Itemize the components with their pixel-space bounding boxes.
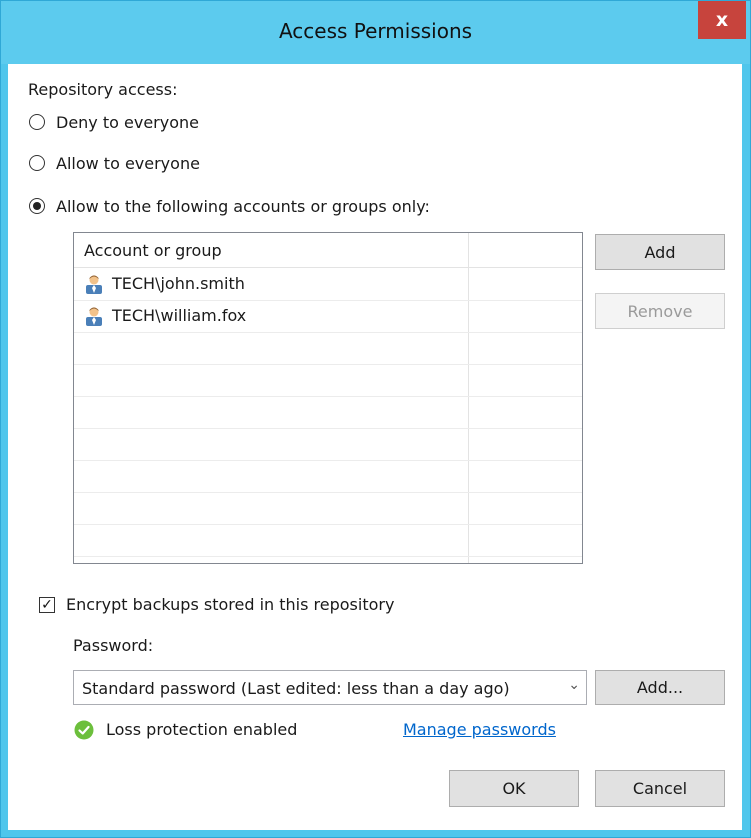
list-item[interactable]: TECH\john.smith: [74, 268, 468, 300]
add-password-button[interactable]: Add...: [595, 670, 725, 705]
encrypt-backups-checkbox[interactable]: ✓: [39, 597, 55, 613]
grid-line: [74, 364, 582, 365]
accounts-list[interactable]: Account or group TECH\john.smith TECH\wi…: [73, 232, 583, 564]
column-header-account-or-group[interactable]: Account or group: [84, 241, 222, 260]
add-account-button[interactable]: Add: [595, 234, 725, 270]
grid-line: [74, 460, 582, 461]
account-name: TECH\john.smith: [112, 274, 245, 293]
account-name: TECH\william.fox: [112, 306, 247, 325]
deny-to-everyone-label[interactable]: Deny to everyone: [56, 113, 199, 132]
user-icon: [86, 275, 102, 294]
cancel-button[interactable]: Cancel: [595, 770, 725, 807]
radio-allow-following-accounts[interactable]: [29, 198, 45, 214]
chevron-down-icon: ⌄: [568, 677, 580, 693]
close-icon: x: [715, 9, 729, 31]
title-bar[interactable]: Access Permissions x: [1, 1, 750, 64]
grid-line: [74, 492, 582, 493]
grid-line: [74, 332, 582, 333]
loss-protection-status: Loss protection enabled: [106, 720, 298, 739]
radio-allow-to-everyone[interactable]: [29, 155, 45, 171]
password-label: Password:: [73, 636, 154, 655]
dialog-body: Repository access: Deny to everyone Allo…: [8, 64, 742, 830]
radio-deny-to-everyone[interactable]: [29, 114, 45, 130]
radio-selected-dot: [33, 202, 41, 210]
accounts-list-header[interactable]: Account or group: [74, 233, 582, 268]
repository-access-label: Repository access:: [28, 80, 178, 99]
password-select-value: Standard password (Last edited: less tha…: [82, 679, 510, 698]
check-circle-icon: [74, 720, 94, 740]
dialog-title: Access Permissions: [278, 19, 473, 43]
password-select[interactable]: Standard password (Last edited: less tha…: [73, 670, 587, 705]
user-icon: [86, 307, 102, 326]
remove-account-button[interactable]: Remove: [595, 293, 725, 329]
grid-line: [74, 428, 582, 429]
grid-line: [74, 396, 582, 397]
column-separator: [468, 233, 469, 563]
list-item[interactable]: TECH\william.fox: [74, 300, 468, 332]
allow-to-everyone-label[interactable]: Allow to everyone: [56, 154, 200, 173]
close-button[interactable]: x: [698, 1, 746, 39]
allow-following-accounts-label[interactable]: Allow to the following accounts or group…: [56, 197, 430, 216]
grid-line: [74, 524, 582, 525]
grid-line: [74, 556, 582, 557]
manage-passwords-link[interactable]: Manage passwords: [403, 720, 556, 739]
access-permissions-dialog: Access Permissions x Repository access: …: [0, 0, 751, 838]
ok-button[interactable]: OK: [449, 770, 579, 807]
encrypt-backups-label[interactable]: Encrypt backups stored in this repositor…: [66, 595, 394, 614]
